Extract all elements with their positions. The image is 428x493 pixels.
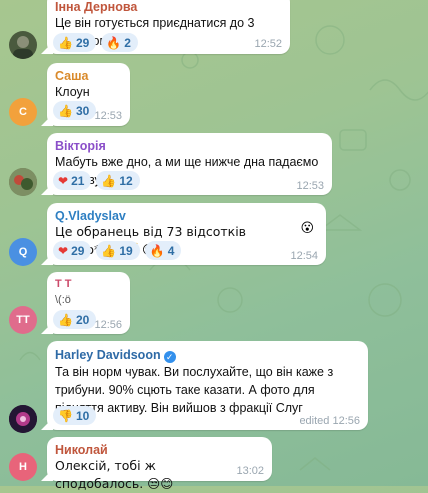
- thumbs-up-icon: 👍: [58, 103, 73, 118]
- reaction-fire[interactable]: 🔥 2: [101, 33, 138, 52]
- author-name: Harley Davidsoon: [55, 348, 161, 362]
- message-time: 12:56: [94, 319, 122, 331]
- message-text: \(:ö: [55, 294, 71, 306]
- message-author[interactable]: Інна Дернова: [55, 0, 137, 14]
- avatar[interactable]: [9, 31, 37, 59]
- thumbs-up-icon: 👍: [101, 243, 117, 258]
- reaction-count: 4: [167, 243, 175, 258]
- verified-badge-icon: ✓: [163, 351, 176, 363]
- avatar[interactable]: [9, 168, 37, 196]
- message-time: 12:53: [296, 180, 324, 192]
- message-author[interactable]: Николай: [55, 443, 108, 457]
- avatar-photo-icon: [9, 168, 37, 196]
- reactions: 👍 30: [53, 101, 97, 120]
- reactions: 👍 29 🔥 2: [53, 33, 138, 52]
- message-time: 12:53: [94, 110, 122, 122]
- message-author[interactable]: Саша: [55, 69, 89, 83]
- reactions: ❤ 21 👍 12: [53, 171, 140, 190]
- reaction-thumbs-up[interactable]: 👍 19: [96, 241, 140, 260]
- avatar[interactable]: ТТ: [9, 306, 37, 334]
- avatar-photo-icon: [13, 36, 33, 59]
- avatar[interactable]: Н: [9, 453, 37, 481]
- message-author[interactable]: Т Т: [55, 278, 72, 290]
- reaction-count: 2: [124, 35, 131, 50]
- reactions: 👍 20: [53, 310, 97, 329]
- fire-icon: 🔥: [106, 35, 122, 50]
- thumbs-up-icon: 👍: [101, 173, 117, 188]
- thumbs-down-icon: 👎: [58, 408, 73, 423]
- message-author[interactable]: Q.Vladyslav: [55, 209, 126, 223]
- message-author[interactable]: Вікторія: [55, 139, 106, 153]
- message-time: 12:54: [290, 250, 318, 262]
- reaction-count: 20: [75, 312, 90, 327]
- reaction-count: 19: [119, 243, 133, 258]
- reactions: ❤ 29 👍 19 🔥 4: [53, 241, 182, 260]
- heart-icon: ❤: [58, 173, 69, 188]
- message-text: Олексій, тобі ж сподобалось. 😒😊: [55, 458, 174, 491]
- reactions: 👎 10: [53, 406, 97, 425]
- avatar-photo-icon: [9, 405, 37, 433]
- reaction-count: 12: [119, 173, 133, 188]
- message-text: Та він норм чувак. Ви послухайте, що він…: [55, 365, 334, 415]
- reaction-heart[interactable]: ❤ 29: [53, 241, 92, 260]
- reaction-heart[interactable]: ❤ 21: [53, 171, 92, 190]
- reaction-fire[interactable]: 🔥 4: [144, 241, 182, 260]
- reaction-thumbs-up[interactable]: 👍 29: [53, 33, 97, 52]
- reaction-thumbs-up[interactable]: 👍 12: [96, 171, 140, 190]
- heart-icon: ❤: [58, 243, 69, 258]
- avatar[interactable]: [9, 405, 37, 433]
- surprised-emoji-icon: 😮: [300, 221, 314, 236]
- reaction-count: 21: [71, 173, 85, 188]
- thumbs-up-icon: 👍: [58, 312, 73, 327]
- message-time: 12:52: [254, 38, 282, 50]
- reaction-count: 29: [75, 35, 90, 50]
- thumbs-up-icon: 👍: [58, 35, 73, 50]
- reaction-thumbs-up[interactable]: 👍 20: [53, 310, 97, 329]
- reaction-thumbs-down[interactable]: 👎 10: [53, 406, 97, 425]
- avatar[interactable]: С: [9, 98, 37, 126]
- reaction-thumbs-up[interactable]: 👍 30: [53, 101, 97, 120]
- fire-icon: 🔥: [149, 243, 165, 258]
- avatar[interactable]: Q: [9, 238, 37, 266]
- message-text: Клоун: [55, 85, 90, 99]
- reaction-count: 29: [71, 243, 85, 258]
- message-time: edited 12:56: [299, 415, 360, 427]
- message-time: 13:02: [236, 465, 264, 477]
- reaction-count: 30: [75, 103, 90, 118]
- reaction-count: 10: [75, 408, 90, 423]
- message-author[interactable]: Harley Davidsoon ✓: [55, 348, 176, 363]
